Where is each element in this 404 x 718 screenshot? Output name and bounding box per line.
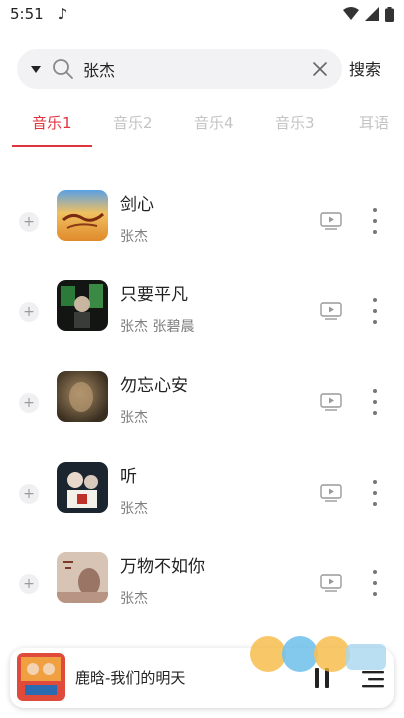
add-icon[interactable]: + bbox=[19, 302, 39, 322]
list-item[interactable]: + 只要平凡 张杰 张碧晨 bbox=[0, 280, 404, 370]
wifi-icon bbox=[343, 7, 359, 20]
tab-whisper[interactable]: 耳语 bbox=[359, 112, 389, 133]
tab-music2[interactable]: 音乐2 bbox=[113, 112, 153, 133]
add-icon[interactable]: + bbox=[19, 393, 39, 413]
battery-icon bbox=[385, 6, 394, 22]
album-cover bbox=[57, 190, 108, 241]
album-cover bbox=[57, 462, 108, 513]
song-artist: 张杰 bbox=[120, 591, 148, 607]
more-icon[interactable] bbox=[371, 298, 379, 324]
song-title: 剑心 bbox=[120, 195, 154, 215]
add-icon[interactable]: + bbox=[19, 212, 39, 232]
player-song-title: 鹿晗-我们的明天 bbox=[75, 669, 186, 687]
add-icon[interactable]: + bbox=[19, 574, 39, 594]
list-item[interactable]: + 万物不如你 张杰 bbox=[0, 552, 404, 638]
song-artist: 张杰 bbox=[120, 229, 148, 245]
search-button[interactable]: 搜索 bbox=[349, 56, 381, 80]
search-input[interactable]: 张杰 bbox=[83, 57, 310, 81]
more-icon[interactable] bbox=[371, 480, 379, 506]
mv-icon[interactable] bbox=[320, 574, 342, 592]
more-icon[interactable] bbox=[371, 208, 379, 234]
list-item[interactable]: + 勿忘心安 张杰 bbox=[0, 371, 404, 461]
mv-icon[interactable] bbox=[320, 484, 342, 502]
more-icon[interactable] bbox=[371, 389, 379, 415]
song-title: 万物不如你 bbox=[120, 557, 205, 577]
source-tabs: 音乐1 音乐2 音乐4 音乐3 耳语 bbox=[0, 108, 404, 148]
search-box[interactable]: 张杰 bbox=[17, 49, 342, 89]
playlist-icon[interactable] bbox=[362, 670, 384, 688]
song-title: 听 bbox=[120, 467, 137, 487]
song-title: 只要平凡 bbox=[120, 285, 188, 305]
tab-underline bbox=[12, 145, 92, 147]
signal-icon bbox=[365, 7, 379, 21]
mv-icon[interactable] bbox=[320, 212, 342, 230]
mv-icon[interactable] bbox=[320, 393, 342, 411]
song-artist: 张杰 张碧晨 bbox=[120, 319, 195, 335]
tab-music3[interactable]: 音乐3 bbox=[275, 112, 315, 133]
status-time: 5:51 bbox=[10, 5, 44, 23]
album-cover bbox=[57, 280, 108, 331]
album-cover bbox=[57, 552, 108, 603]
clear-icon[interactable] bbox=[310, 59, 330, 79]
status-bar: 5:51 ♪ bbox=[0, 0, 404, 28]
song-title: 勿忘心安 bbox=[120, 376, 188, 396]
player-album-cover[interactable] bbox=[17, 653, 65, 701]
dropdown-arrow-icon[interactable] bbox=[31, 65, 41, 73]
album-cover bbox=[57, 371, 108, 422]
more-icon[interactable] bbox=[371, 570, 379, 596]
song-artist: 张杰 bbox=[120, 410, 148, 426]
status-icons bbox=[343, 6, 394, 22]
mv-icon[interactable] bbox=[320, 302, 342, 320]
song-list[interactable]: 张杰 + 剑心 张杰 + bbox=[0, 148, 404, 638]
search-icon bbox=[53, 59, 73, 79]
list-item[interactable]: 张杰 bbox=[0, 148, 404, 158]
tab-music1[interactable]: 音乐1 bbox=[32, 112, 72, 133]
add-icon[interactable]: + bbox=[19, 484, 39, 504]
list-item[interactable]: + 剑心 张杰 bbox=[0, 190, 404, 280]
music-note-icon: ♪ bbox=[57, 5, 68, 23]
pause-icon[interactable] bbox=[314, 668, 330, 688]
song-artist: 张杰 bbox=[120, 148, 148, 152]
song-artist: 张杰 bbox=[120, 501, 148, 517]
tab-music4[interactable]: 音乐4 bbox=[194, 112, 234, 133]
list-item[interactable]: + 听 张杰 bbox=[0, 462, 404, 552]
mini-player[interactable]: 鹿晗-我们的明天 bbox=[10, 648, 394, 708]
